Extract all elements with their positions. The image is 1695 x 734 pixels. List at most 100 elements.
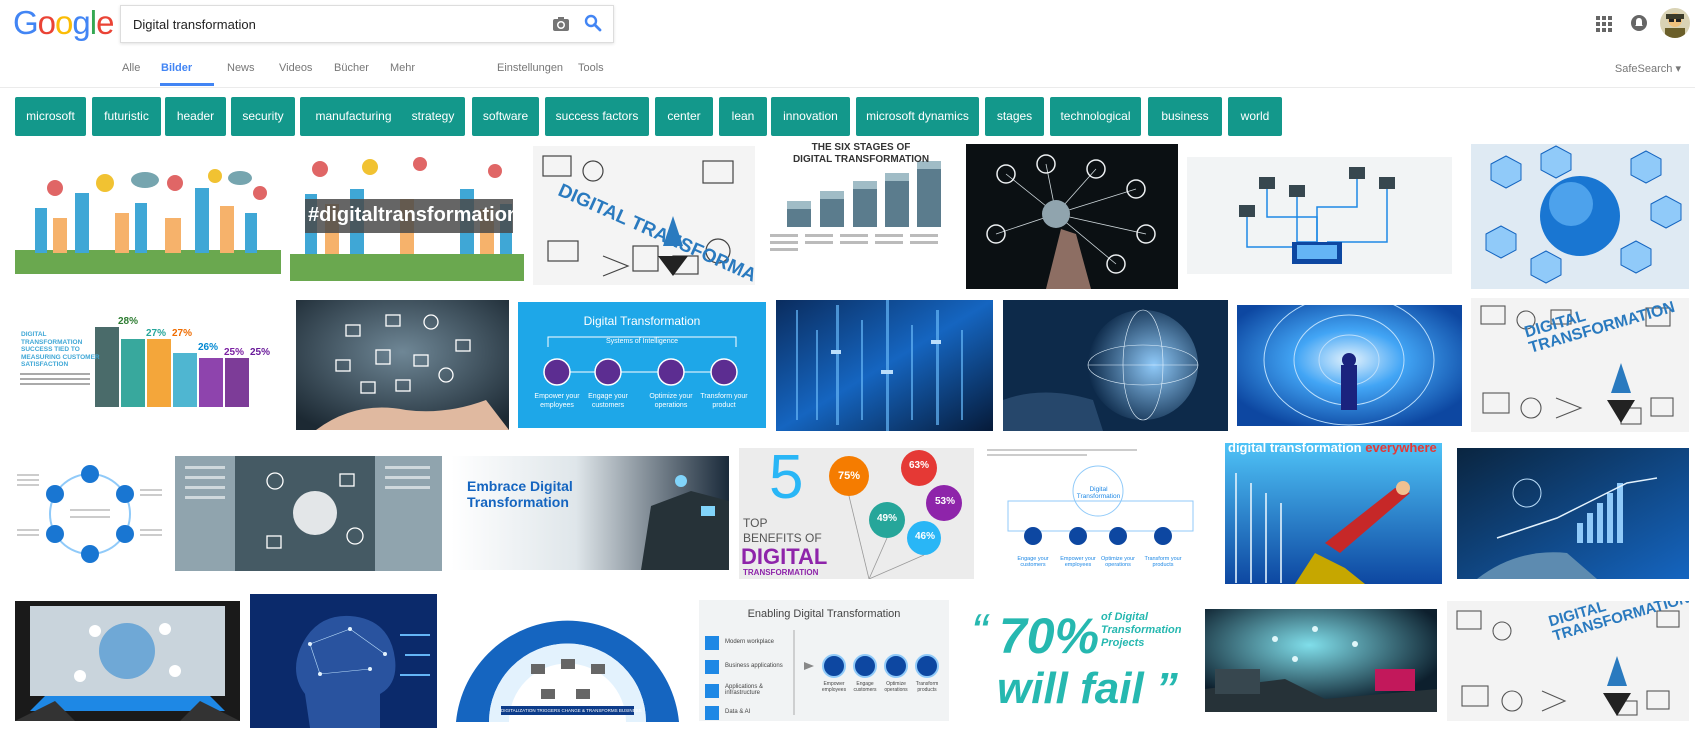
search-input[interactable]: [133, 6, 533, 42]
image-result[interactable]: “ 70% of Digital Transformation Projects…: [967, 603, 1187, 719]
image-result[interactable]: Digital Transformation Engage your custo…: [983, 446, 1215, 580]
bar-value-label: 26%: [198, 342, 219, 353]
image-text: Applications & infrastructure: [725, 684, 764, 696]
chip-futuristic[interactable]: futuristic: [92, 97, 161, 136]
chip-software[interactable]: software: [472, 97, 539, 136]
chip-technological[interactable]: technological: [1050, 97, 1141, 136]
notifications-icon[interactable]: [1630, 14, 1648, 32]
image-result[interactable]: digital transformation everywhere: [1225, 443, 1442, 584]
image-result[interactable]: [15, 601, 240, 721]
image-result[interactable]: [296, 300, 509, 430]
image-text: Empower employees: [821, 681, 847, 693]
image-result[interactable]: THE SIX STAGES OF DIGITAL TRANSFORMATION: [765, 139, 957, 287]
tab-einstellungen[interactable]: Einstellungen: [497, 62, 563, 74]
image-text: Digital Transformation: [1076, 486, 1121, 500]
stat-label: 75%: [838, 470, 861, 482]
image-result[interactable]: [776, 300, 993, 431]
safesearch-label: SafeSearch: [1614, 63, 1673, 75]
image-result[interactable]: [1187, 157, 1452, 274]
image-text: TOP: [743, 516, 768, 530]
chip-business[interactable]: business: [1148, 97, 1222, 136]
image-text: Optimize operations: [884, 681, 908, 693]
image-result[interactable]: [1205, 609, 1437, 712]
image-result[interactable]: [250, 594, 437, 728]
image-result[interactable]: [1457, 448, 1689, 579]
stat-label: 49%: [877, 513, 898, 524]
image-text: will fail ”: [997, 664, 1178, 713]
chip-header[interactable]: header: [165, 97, 226, 136]
chip-world[interactable]: world: [1228, 97, 1282, 136]
image-result[interactable]: #digitaltransformation: [290, 149, 524, 281]
image-result[interactable]: [1003, 300, 1228, 431]
chip-microsoft-dynamics[interactable]: microsoft dynamics: [856, 97, 979, 136]
image-text-line: SATISFACTION: [21, 361, 69, 368]
image-result[interactable]: DIGITAL TRANSFORMATION: [1447, 601, 1689, 721]
image-text-line: will fail: [997, 664, 1144, 713]
image-text-line: SUCCESS TIED TO: [21, 346, 80, 353]
chip-microsoft[interactable]: microsoft: [15, 97, 86, 136]
google-logo[interactable]: Google: [13, 4, 114, 42]
image-text: of Digital Transformation Projects: [1101, 611, 1181, 650]
chip-security[interactable]: security: [231, 97, 295, 136]
active-tab-indicator: [160, 83, 214, 86]
chip-manufacturing[interactable]: manufacturing: [300, 97, 407, 136]
tab-news[interactable]: News: [227, 62, 255, 74]
image-result[interactable]: [1471, 144, 1689, 289]
image-result[interactable]: DIGITAL TRANSFORMATION SUCCESS TIED TO M…: [15, 313, 281, 409]
tab-tools[interactable]: Tools: [578, 62, 604, 74]
image-result[interactable]: [966, 144, 1178, 289]
image-text: 70%: [999, 608, 1100, 664]
tab-mehr[interactable]: Mehr: [390, 62, 415, 74]
logo-letter: o: [37, 4, 56, 41]
image-text: Transform your products: [1144, 556, 1182, 568]
image-result[interactable]: [15, 444, 165, 583]
chip-strategy[interactable]: strategy: [401, 97, 465, 136]
image-text: Optimize your operations: [649, 393, 693, 409]
image-text: DIGITAL: [741, 544, 828, 569]
stat-label: 46%: [915, 531, 936, 542]
chip-center[interactable]: center: [655, 97, 713, 136]
image-result[interactable]: Digital Transformation Systems of Intell…: [518, 302, 766, 428]
image-text: Business applications: [725, 663, 783, 669]
logo-letter: e: [96, 4, 114, 41]
page: Google Digital transformation Alle Bilde…: [0, 0, 1695, 734]
image-text-line: DIGITAL: [21, 331, 47, 338]
logo-letter: G: [13, 4, 39, 41]
apps-grid-icon[interactable]: [1596, 16, 1612, 32]
bar-value-label: 28%: [118, 316, 139, 327]
image-text: DIGITAL TRANSFORMATION: [792, 154, 930, 165]
image-text: 5: [769, 448, 804, 512]
tab-bilder[interactable]: Bilder: [161, 62, 192, 74]
bar-value-label: 27%: [146, 328, 167, 339]
chip-innovation[interactable]: innovation: [771, 97, 850, 136]
chip-success-factors[interactable]: success factors: [545, 97, 649, 136]
image-result[interactable]: 5 TOP BENEFITS OF DIGITAL TRANSFORMATION…: [739, 448, 974, 579]
image-result[interactable]: [175, 456, 442, 571]
chevron-down-icon: ▾: [1675, 63, 1681, 75]
tab-alle[interactable]: Alle: [122, 62, 140, 74]
image-text: Modern workplace: [725, 639, 775, 645]
image-result[interactable]: Enabling Digital Transformation Modern w…: [699, 600, 949, 721]
safesearch-dropdown[interactable]: SafeSearch ▾: [1615, 62, 1681, 75]
image-result[interactable]: [1237, 305, 1462, 426]
tab-videos[interactable]: Videos: [279, 62, 312, 74]
image-result[interactable]: DIGITAL TRANSFORMATION: [1471, 298, 1689, 432]
tab-buecher[interactable]: Bücher: [334, 62, 369, 74]
avatar[interactable]: [1660, 8, 1690, 38]
image-text: Enabling Digital Transformation: [747, 608, 901, 620]
image-result[interactable]: [15, 158, 281, 274]
image-result[interactable]: DIGITALIZATION TRIGGERS CHANGE & TRANSFO…: [446, 594, 689, 722]
image-text-line: TRANSFORMATION: [21, 338, 83, 346]
image-text: Digital Transformation: [583, 314, 701, 328]
chip-stages[interactable]: stages: [985, 97, 1044, 136]
bar-value-label: 25%: [250, 347, 271, 358]
image-result[interactable]: DIGITAL TRANSFORMATION: [533, 146, 755, 285]
search-icon[interactable]: [584, 14, 602, 32]
chip-lean[interactable]: lean: [719, 97, 767, 136]
image-text: Embrace Digital Transformation: [467, 478, 573, 510]
image-text: Systems of Intelligence: [606, 338, 678, 345]
camera-icon[interactable]: [552, 16, 570, 32]
image-result[interactable]: Embrace Digital Transformation: [451, 456, 729, 570]
image-text-line: MEASURING CUSTOMER: [21, 353, 100, 361]
stat-label: 63%: [909, 460, 930, 471]
